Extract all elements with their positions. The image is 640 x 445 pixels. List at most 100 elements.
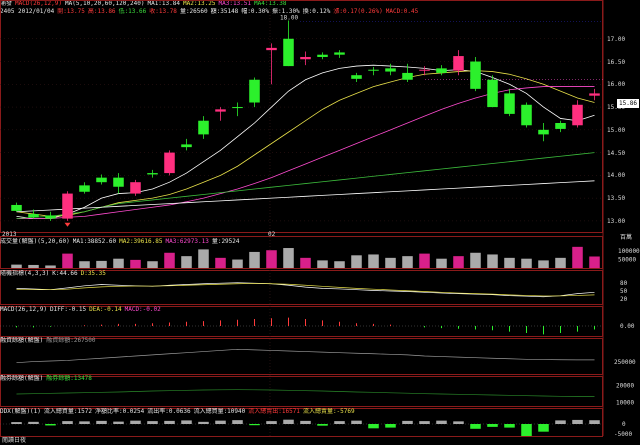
candle-body — [487, 79, 498, 108]
volume-bar — [351, 255, 362, 268]
price-axis-tick: 13.50 — [607, 195, 626, 203]
volume-bar — [589, 256, 600, 268]
vol_header-item: 量:29524 — [211, 238, 240, 245]
volume-bar — [300, 257, 311, 268]
macd_header-item: DEA:-0.14 — [89, 306, 122, 313]
flow-bar — [164, 420, 175, 424]
panel-frame — [0, 0, 603, 233]
candle-body — [181, 144, 192, 148]
candle-body — [113, 177, 124, 187]
candle-body — [147, 173, 158, 175]
price-axis-tick: 14.00 — [607, 172, 626, 180]
volume-bar — [385, 257, 396, 268]
volume-bar — [249, 251, 260, 268]
candle-body — [300, 56, 311, 60]
volume-bar — [79, 261, 90, 268]
price-axis-tick: 17.00 — [607, 35, 626, 43]
vol_header-item: MA3:62973.13 — [165, 238, 209, 245]
margin-balance-header: 融資餘額(解盤) 融資餘額:267500 — [0, 337, 612, 345]
candle-body — [385, 68, 396, 72]
volume-bar — [538, 260, 549, 268]
candle-body — [96, 177, 107, 183]
margin1_header-item: 融資餘額(解盤) — [0, 337, 44, 344]
flow-bar — [130, 420, 141, 424]
volume-bar — [487, 254, 498, 268]
flow-bar — [385, 424, 396, 428]
kdj-axis-tick: 20 — [620, 296, 628, 303]
candle-body — [283, 38, 294, 67]
macd-panel-header: MACD(26,12,9) DIFF:-0.15 DEA:-0.14 MACD:-0.… — [0, 306, 612, 314]
flow-bar — [266, 421, 277, 424]
macd_header-item: DIFF:-0.15 — [49, 306, 87, 313]
candle-body — [232, 107, 243, 109]
flow-bar — [113, 421, 124, 424]
flow-bar — [436, 420, 447, 424]
margin1_header-item: 融資餘額:267500 — [46, 337, 96, 344]
price-axis-tick: 14.50 — [607, 149, 626, 157]
ma-line — [16, 180, 595, 213]
kdj-panel-header: 隨機指標(4,3,3) K:44.66 D:35.35 — [0, 270, 612, 278]
volume-bar — [470, 252, 481, 268]
volume-panel-header: 成交量(解盤)(5,20,60) MA1:38852.60 MA2:39616.85… — [0, 238, 612, 246]
volume-bar — [504, 257, 515, 268]
kdj-axis-tick: 80 — [620, 280, 628, 287]
candle-body — [504, 93, 515, 114]
price-axis: 17.0016.5016.0015.5015.0014.5014.0013.50… — [603, 0, 640, 232]
kdj-line — [16, 283, 595, 297]
vol_header-item: MA2:39616.85 — [119, 238, 163, 245]
flow-bar — [62, 421, 73, 424]
bottom-label[interactable]: 閱讀日夜 — [2, 437, 26, 444]
candle-body — [436, 68, 447, 73]
volume-bar — [45, 265, 56, 268]
candle-body — [351, 75, 362, 79]
volume-bar — [164, 252, 175, 268]
macd-axis-tick: 0.00 — [620, 323, 635, 330]
flow-bar — [11, 422, 22, 424]
volume-bar — [555, 257, 566, 268]
short-balance-header: 融券餘額(解盤) 融券餘額:13478 — [0, 375, 612, 383]
flow_header-item: 淨額比率:0.0254 — [94, 408, 145, 415]
flow-bar — [181, 420, 192, 424]
flow-bar — [589, 420, 600, 424]
volume-bar — [130, 259, 141, 268]
candle-body — [11, 204, 22, 211]
margin2_header-item: 融券餘額(解盤) — [0, 375, 44, 382]
volume-axis-tick: 50000 — [618, 257, 636, 264]
flow-bar — [504, 424, 515, 428]
candle-body — [317, 54, 328, 57]
volume-bar — [198, 249, 209, 268]
volume-bar — [266, 250, 277, 268]
axis-unit-label: 百萬 — [620, 234, 633, 241]
volume-bar — [419, 253, 430, 268]
volume-bar — [215, 257, 226, 268]
volume-bar — [181, 256, 192, 268]
ma-line — [16, 70, 595, 217]
flow-bar — [334, 421, 345, 424]
volume-bar — [572, 246, 583, 268]
flow_header-item: 流入總賣量:-5769 — [302, 408, 355, 415]
current-price-tag: 15.86 — [617, 99, 639, 108]
volume-bar — [62, 253, 73, 268]
volume-bar — [521, 258, 532, 268]
stock-chart-window: 浦發 MACD(26,12,9) MA(5,10,20,60,120,240) MA1… — [0, 0, 640, 445]
candle-body — [130, 182, 141, 194]
flow_header-item: 流出率:0.0636 — [147, 408, 191, 415]
flow-bar — [28, 421, 39, 424]
candle-body — [470, 61, 481, 89]
candle-body — [164, 152, 175, 174]
flow_header-item: 流入總賣出:16571 — [248, 408, 300, 415]
short-axis-tick: 20000 — [616, 383, 634, 390]
candle-body — [45, 215, 56, 219]
macd_header-item: MACD:-0.02 — [124, 306, 161, 313]
kdj-axis-tick: 50 — [620, 288, 628, 295]
volume-bar — [11, 264, 22, 268]
candle-body — [198, 120, 209, 135]
candle-body — [572, 104, 583, 126]
bottom-status-bar: 閱讀日夜 — [0, 436, 640, 445]
flow-bar — [453, 421, 464, 424]
date-label: 02 — [268, 231, 276, 238]
candle-body — [521, 104, 532, 126]
flow-bar — [300, 420, 311, 424]
price-axis-tick: 15.00 — [607, 126, 626, 134]
flow_header-item: 流入總買量:10940 — [193, 408, 246, 415]
